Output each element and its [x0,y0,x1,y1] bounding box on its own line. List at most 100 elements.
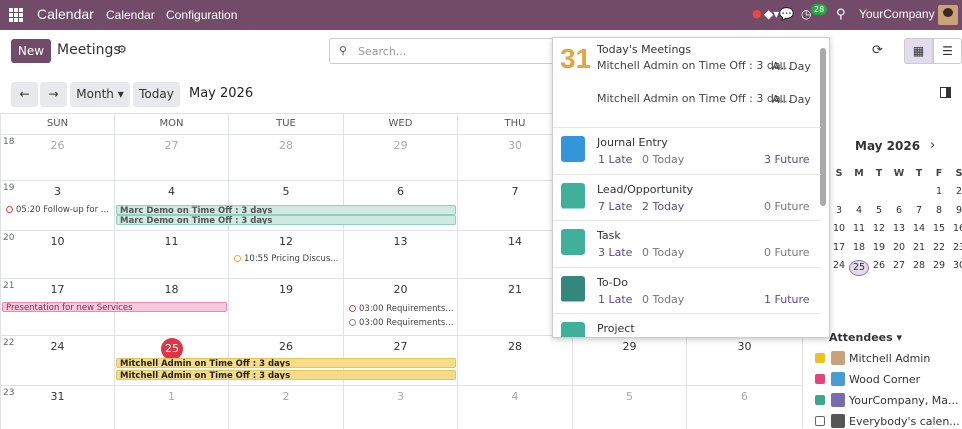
attendee-item[interactable]: Everybody's calen... [815,414,960,428]
activity-group-3[interactable]: To-Do 1 Late 0 Today 1 Future [553,268,821,314]
event-item[interactable]: Marc Demo on Time Off : 3 days [116,215,456,225]
next-period-button[interactable]: → [40,82,67,107]
late-count[interactable]: 1 Late [598,293,632,306]
attendee-item[interactable]: YourCompany, Ma... [815,393,959,407]
day-cell[interactable]: 28 [228,134,343,180]
day-cell[interactable]: 1 [114,385,228,429]
prev-period-button[interactable]: ← [11,82,38,107]
event-item[interactable]: 05:20 Follow-up for ... [3,205,111,215]
mini-day[interactable]: 15 [929,223,949,234]
mini-day[interactable]: 14 [909,223,929,234]
day-cell[interactable]: 4 [457,385,572,429]
mini-day[interactable]: 25 [849,260,869,276]
future-count[interactable]: 0 Future [764,200,810,213]
day-cell[interactable]: 13 [343,230,457,278]
late-count[interactable]: 7 Late [598,200,632,213]
menu-configuration[interactable]: Configuration [166,8,237,22]
mini-day[interactable]: 7 [909,205,929,216]
mini-day[interactable]: 26 [869,260,889,271]
day-cell[interactable]: 5 [572,385,686,429]
event-item[interactable]: 03:00 Requirements... [346,304,456,314]
today-count[interactable]: 0 Today [642,293,684,306]
mini-day[interactable]: 21 [909,242,929,253]
day-cell[interactable]: 6 [686,385,802,429]
sidebar-toggle-icon[interactable] [940,87,951,98]
bug-icon[interactable]: ● [752,7,762,20]
meeting-name[interactable]: Mitchell Admin on Time Off : 3 da... [597,59,791,72]
mini-day[interactable]: 1 [929,186,949,197]
mini-day[interactable]: 6 [889,205,909,216]
activity-group-0[interactable]: Journal Entry 1 Late 0 Today 3 Future [553,128,821,175]
day-cell[interactable]: 31 [0,385,114,429]
menu-calendar[interactable]: Calendar [106,8,155,22]
day-cell[interactable]: 11 [114,230,228,278]
day-cell[interactable]: 30 [686,335,802,385]
activity-clock-icon[interactable]: ◷ [801,7,811,21]
day-cell[interactable]: 24 [0,335,114,385]
future-count[interactable]: 1 Future [764,293,810,306]
mini-day[interactable]: 12 [869,223,889,234]
event-item[interactable]: 03:00 Requirements... [346,318,456,328]
mini-day[interactable]: 18 [849,242,869,253]
attendee-checkbox[interactable] [815,395,825,405]
app-name[interactable]: Calendar [37,6,94,22]
mini-day[interactable]: 3 [829,205,849,216]
day-cell[interactable]: 29 [572,335,686,385]
attendee-checkbox[interactable] [815,353,825,363]
attendee-checkbox[interactable] [815,374,825,384]
app-menu-icon[interactable] [9,8,23,22]
chat-icon[interactable]: 💬 [779,7,794,21]
calendar-view-button[interactable]: ▦ [904,38,933,64]
event-item[interactable]: 10:55 Pricing Discus... [231,254,341,264]
mini-day[interactable]: 20 [889,242,909,253]
attendee-item[interactable]: Wood Corner [815,372,920,386]
mini-day[interactable]: 13 [889,223,909,234]
day-cell[interactable]: 27 [114,134,228,180]
day-cell[interactable]: 29 [343,134,457,180]
timer-icon[interactable]: ◆▾ [764,7,779,21]
mini-day[interactable]: 24 [829,260,849,271]
late-count[interactable]: 3 Late [598,246,632,259]
day-cell[interactable]: 3 [343,385,457,429]
todays-meetings-group[interactable]: 31 Today's Meetings Mitchell Admin on Ti… [553,38,821,128]
mini-day[interactable]: 22 [929,242,949,253]
search-icon[interactable]: ⚲ [836,7,846,22]
mini-day[interactable]: 27 [889,260,909,271]
event-item[interactable]: Mitchell Admin on Time Off : 3 days [116,370,456,380]
day-cell[interactable]: 19 [228,278,343,335]
today-count[interactable]: 0 Today [642,153,684,166]
mini-day[interactable]: 30 [949,260,962,271]
meeting-name[interactable]: Mitchell Admin on Time Off : 3 da... [597,92,791,105]
mini-day[interactable]: 10 [829,223,849,234]
mini-day[interactable]: 8 [929,205,949,216]
event-item[interactable]: Marc Demo on Time Off : 3 days [116,205,456,215]
event-item[interactable]: Presentation for new Services [2,302,227,312]
attendee-item[interactable]: Mitchell Admin [815,351,930,365]
mini-day[interactable]: 28 [909,260,929,271]
user-avatar[interactable] [938,5,958,25]
activity-group-2[interactable]: Task 3 Late 0 Today 0 Future [553,221,821,268]
mini-day[interactable]: 5 [869,205,889,216]
mini-day[interactable]: 19 [869,242,889,253]
today-button[interactable]: Today [133,82,180,107]
chevron-right-icon[interactable]: › [930,138,935,153]
attendees-title[interactable]: Attendees ▾ [829,331,902,344]
mini-day[interactable]: 4 [849,205,869,216]
new-button[interactable]: New [11,39,51,63]
search-input[interactable]: ⚲ Search... [329,38,555,64]
future-count[interactable]: 0 Future [764,246,810,259]
mini-day[interactable]: 23 [949,242,962,253]
activity-group-1[interactable]: Lead/Opportunity 7 Late 2 Today 0 Future [553,175,821,221]
event-item[interactable]: Mitchell Admin on Time Off : 3 days [116,358,456,368]
scale-dropdown[interactable]: Month ▾ [70,82,130,107]
mini-day[interactable]: 29 [929,260,949,271]
activity-group-4[interactable]: Project [553,314,821,337]
mini-day[interactable]: 17 [829,242,849,253]
today-count[interactable]: 0 Today [642,246,684,259]
mini-day[interactable]: 2 [949,186,962,197]
list-view-button[interactable]: ☰ [933,38,962,64]
refresh-icon[interactable]: ⟳ [872,43,883,58]
day-cell[interactable]: 10 [0,230,114,278]
day-cell[interactable]: 28 [457,335,572,385]
day-cell[interactable]: 26 [0,134,114,180]
